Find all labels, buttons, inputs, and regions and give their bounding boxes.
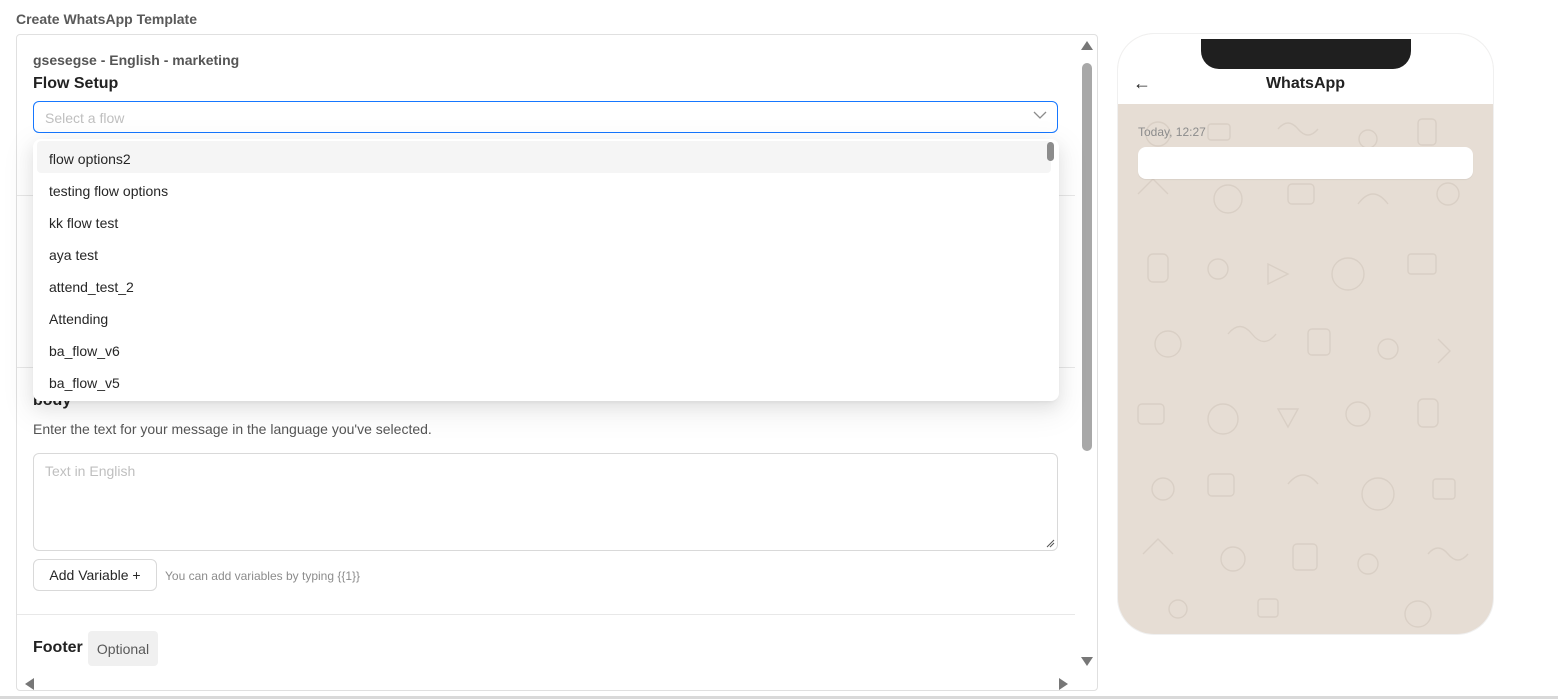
variable-hint: You can add variables by typing {{1}}	[165, 569, 361, 583]
template-subtitle: gsesegse - English - marketing	[33, 52, 240, 68]
section-divider	[17, 614, 1075, 615]
whatsapp-header: ← WhatsApp	[1118, 34, 1493, 104]
chevron-down-icon	[1033, 111, 1047, 119]
flow-dropdown-menu: flow options2 testing flow options kk fl…	[33, 139, 1059, 401]
flow-setup-title: Flow Setup	[33, 75, 119, 92]
body-text-placeholder: Text in English	[45, 463, 136, 479]
scroll-right-arrow-icon[interactable]	[1059, 678, 1068, 690]
whatsapp-title: WhatsApp	[1265, 75, 1346, 92]
dropdown-option[interactable]: ba_flow_v5	[37, 365, 1051, 397]
body-description: Enter the text for your message in the l…	[33, 421, 432, 437]
message-bubble	[1138, 147, 1473, 179]
flow-select[interactable]: Select a flow	[33, 101, 1058, 133]
dropdown-option[interactable]: Attending	[37, 301, 1051, 333]
footer-section-title: Footer	[33, 639, 83, 656]
add-variable-button[interactable]: Add Variable +	[33, 559, 157, 591]
dropdown-option[interactable]: testing flow options	[37, 173, 1051, 205]
chat-wallpaper-pattern	[1137, 118, 1469, 628]
optional-badge: Optional	[88, 631, 158, 666]
scroll-up-arrow-icon[interactable]	[1081, 41, 1093, 50]
dropdown-scrollbar-thumb[interactable]	[1047, 142, 1054, 161]
body-text-input[interactable]: Text in English	[33, 453, 1058, 551]
message-timestamp: Today, 12:27	[1138, 125, 1206, 139]
scroll-down-arrow-icon[interactable]	[1081, 657, 1093, 666]
dropdown-option[interactable]: ba_flow_v6	[37, 333, 1051, 365]
scroll-left-arrow-icon[interactable]	[25, 678, 34, 690]
chat-area: Today, 12:27	[1118, 104, 1493, 634]
phone-notch	[1201, 39, 1411, 69]
dropdown-option[interactable]: aya test	[37, 237, 1051, 269]
whatsapp-phone-preview: Today, 12:27 ← WhatsApp	[1118, 34, 1493, 634]
vertical-scrollbar-thumb[interactable]	[1082, 63, 1092, 451]
flow-select-placeholder: Select a flow	[45, 110, 125, 126]
dropdown-option[interactable]: flow options2	[37, 141, 1051, 173]
dropdown-option[interactable]: attend_test_2	[37, 269, 1051, 301]
dropdown-option[interactable]: kk flow test	[37, 205, 1051, 237]
page-title: Create WhatsApp Template	[16, 11, 197, 27]
resize-handle-icon[interactable]	[1045, 538, 1055, 548]
